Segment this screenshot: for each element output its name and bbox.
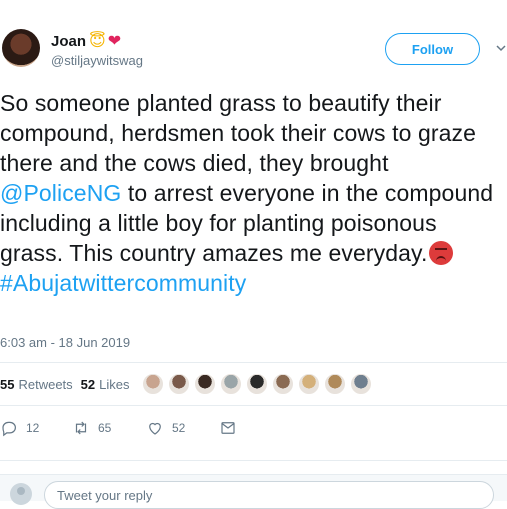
- mention-link[interactable]: @PoliceNG: [0, 180, 121, 206]
- liker-avatar[interactable]: [324, 373, 346, 395]
- likes-count[interactable]: 52: [81, 377, 95, 392]
- retweet-action[interactable]: 65: [72, 416, 111, 440]
- heart-icon[interactable]: [146, 419, 164, 437]
- tweet-actions: 12 65 52: [0, 416, 300, 440]
- like-count: 52: [172, 421, 186, 435]
- liker-avatar[interactable]: [142, 373, 164, 395]
- angry-face-emoji-icon: [429, 241, 454, 265]
- tweet-stats: 55 Retweets 52 Likes: [0, 372, 138, 396]
- author-handle[interactable]: @stiljaywitswag: [51, 53, 143, 68]
- heart-emoji-icon: ❤: [107, 31, 122, 50]
- user-avatar: [10, 483, 32, 505]
- likes-label[interactable]: Likes: [99, 377, 129, 392]
- tweet-timestamp[interactable]: 6:03 am - 18 Jun 2019: [0, 335, 130, 350]
- angel-face-emoji-icon: 😇: [89, 31, 106, 50]
- retweet-icon[interactable]: [72, 419, 90, 437]
- author-name-row[interactable]: Joan 😇 ❤: [51, 30, 121, 52]
- liker-avatars: [142, 373, 376, 395]
- reply-icon[interactable]: [0, 419, 18, 437]
- liker-avatar[interactable]: [298, 373, 320, 395]
- tweet-text-part1: So someone planted grass to beautify the…: [0, 90, 477, 176]
- avatar[interactable]: [2, 29, 40, 67]
- liker-avatar[interactable]: [272, 373, 294, 395]
- divider: [0, 362, 507, 363]
- tweet-header: Joan 😇 ❤ @stiljaywitswag Follow: [0, 24, 507, 74]
- like-action[interactable]: 52: [146, 416, 185, 440]
- liker-avatar[interactable]: [168, 373, 190, 395]
- direct-message-action[interactable]: [219, 416, 237, 440]
- reply-action[interactable]: 12: [0, 416, 39, 440]
- divider: [0, 405, 507, 406]
- follow-button[interactable]: Follow: [385, 33, 480, 65]
- reply-bar: Tweet your reply: [0, 474, 507, 509]
- retweet-count: 65: [98, 421, 112, 435]
- reply-count: 12: [26, 421, 40, 435]
- divider: [0, 460, 507, 461]
- reply-input[interactable]: Tweet your reply: [44, 481, 494, 509]
- liker-avatar[interactable]: [246, 373, 268, 395]
- liker-avatar[interactable]: [350, 373, 372, 395]
- display-name[interactable]: Joan: [51, 33, 86, 50]
- retweets-label[interactable]: Retweets: [18, 377, 72, 392]
- retweets-count[interactable]: 55: [0, 377, 14, 392]
- liker-avatar[interactable]: [220, 373, 242, 395]
- tweet-text: So someone planted grass to beautify the…: [0, 88, 505, 298]
- envelope-icon[interactable]: [219, 419, 237, 437]
- chevron-down-icon[interactable]: [495, 42, 507, 54]
- hashtag-link[interactable]: #Abujatwittercommunity: [0, 270, 246, 296]
- liker-avatar[interactable]: [194, 373, 216, 395]
